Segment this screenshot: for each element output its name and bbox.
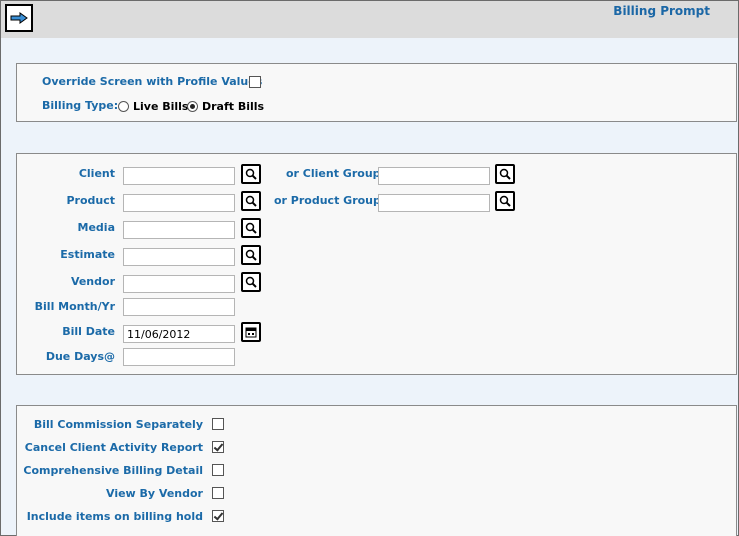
arrow-right-icon bbox=[10, 12, 28, 24]
vendor-label: Vendor bbox=[70, 275, 115, 288]
view-by-vendor-label: View By Vendor bbox=[106, 487, 203, 500]
product-group-input[interactable] bbox=[378, 194, 490, 212]
product-lookup-button[interactable] bbox=[241, 191, 261, 211]
due-days-label: Due Days@ bbox=[45, 350, 115, 363]
vendor-input[interactable] bbox=[123, 275, 235, 293]
client-input[interactable] bbox=[123, 167, 235, 185]
media-lookup-button[interactable] bbox=[241, 218, 261, 238]
due-days-input[interactable] bbox=[123, 348, 235, 366]
bill-commission-label: Bill Commission Separately bbox=[33, 418, 203, 431]
magnifier-icon bbox=[499, 168, 511, 180]
client-group-label: or Client Group bbox=[286, 167, 381, 180]
live-bills-radio[interactable] bbox=[118, 101, 129, 112]
estimate-label: Estimate bbox=[60, 248, 115, 261]
include-hold-checkbox[interactable] bbox=[212, 510, 224, 522]
client-lookup-button[interactable] bbox=[241, 164, 261, 184]
billing-type-label: Billing Type: bbox=[42, 99, 119, 112]
magnifier-icon bbox=[245, 222, 257, 234]
client-group-lookup-button[interactable] bbox=[495, 164, 515, 184]
go-button[interactable] bbox=[5, 4, 33, 32]
product-group-lookup-button[interactable] bbox=[495, 191, 515, 211]
live-bills-label: Live Bills bbox=[133, 100, 189, 113]
cancel-activity-label: Cancel Client Activity Report bbox=[24, 441, 203, 454]
draft-bills-label: Draft Bills bbox=[202, 100, 265, 113]
calendar-icon bbox=[245, 327, 257, 338]
vendor-lookup-button[interactable] bbox=[241, 272, 261, 292]
include-hold-label: Include items on billing hold bbox=[26, 510, 203, 523]
bill-date-label: Bill Date bbox=[62, 325, 115, 338]
magnifier-icon bbox=[245, 195, 257, 207]
product-label: Product bbox=[66, 194, 115, 207]
cancel-activity-checkbox[interactable] bbox=[212, 441, 224, 453]
bill-month-label: Bill Month/Yr bbox=[34, 300, 115, 313]
page-title: Billing Prompt bbox=[613, 4, 710, 18]
product-input[interactable] bbox=[123, 194, 235, 212]
bill-month-input[interactable] bbox=[123, 298, 235, 316]
view-by-vendor-checkbox[interactable] bbox=[212, 487, 224, 499]
override-checkbox[interactable] bbox=[249, 76, 261, 88]
override-label: Override Screen with Profile Values bbox=[42, 75, 263, 88]
estimate-lookup-button[interactable] bbox=[241, 245, 261, 265]
toolbar: Billing Prompt bbox=[1, 1, 738, 38]
bill-commission-checkbox[interactable] bbox=[212, 418, 224, 430]
magnifier-icon bbox=[245, 249, 257, 261]
magnifier-icon bbox=[245, 276, 257, 288]
draft-bills-radio[interactable] bbox=[187, 101, 198, 112]
media-label: Media bbox=[77, 221, 115, 234]
media-input[interactable] bbox=[123, 221, 235, 239]
bill-date-calendar-button[interactable] bbox=[241, 322, 261, 342]
product-group-label: or Product Group bbox=[274, 194, 381, 207]
estimate-input[interactable] bbox=[123, 248, 235, 266]
client-label: Client bbox=[78, 167, 115, 180]
magnifier-icon bbox=[245, 168, 257, 180]
comprehensive-label: Comprehensive Billing Detail bbox=[23, 464, 203, 477]
comprehensive-checkbox[interactable] bbox=[212, 464, 224, 476]
client-group-input[interactable] bbox=[378, 167, 490, 185]
options-panel bbox=[16, 63, 737, 122]
bill-date-input[interactable] bbox=[123, 325, 235, 343]
magnifier-icon bbox=[499, 195, 511, 207]
